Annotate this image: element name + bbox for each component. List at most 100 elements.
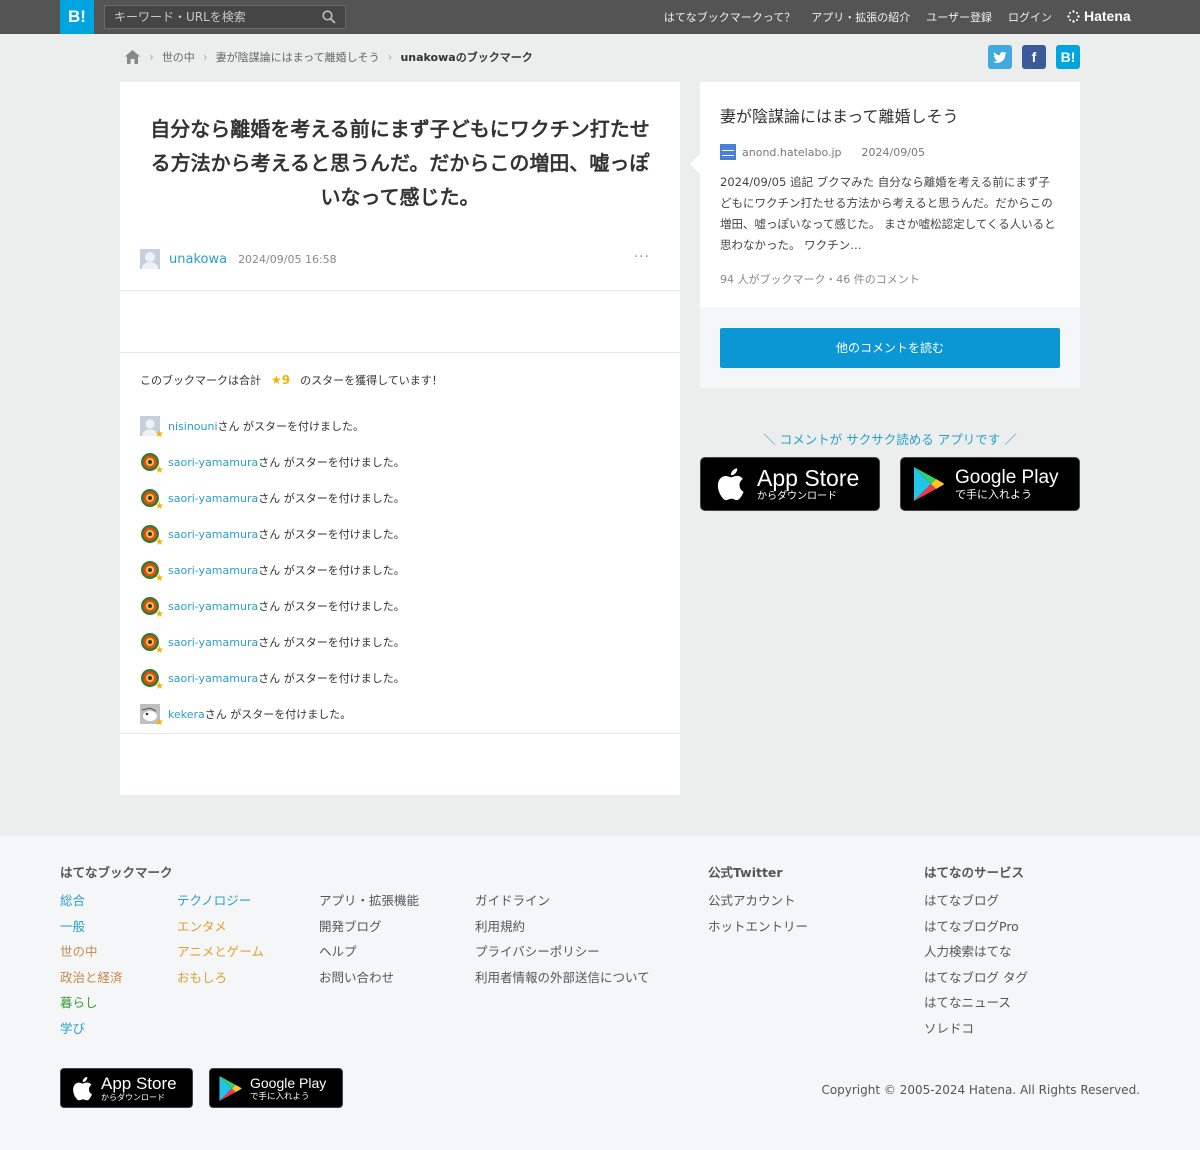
footer-link[interactable]: 人力検索はてな <box>924 939 1028 965</box>
footer-link[interactable]: 開発ブログ <box>319 914 419 940</box>
nav-register-link[interactable]: ユーザー登録 <box>926 9 992 25</box>
footer-link[interactable]: 世の中 <box>60 939 123 965</box>
footer-link[interactable]: はてなブログPro <box>924 914 1028 940</box>
search-icon[interactable] <box>322 10 336 24</box>
star-giver-name-link[interactable]: saori-yamamura <box>168 600 258 613</box>
footer-link[interactable]: エンタメ <box>177 914 264 940</box>
apple-icon <box>717 468 744 501</box>
star-icon: ★ <box>155 609 164 620</box>
chevron-right-icon: › <box>202 50 208 64</box>
home-icon[interactable] <box>124 49 141 65</box>
footer-google-play-subtitle: で手に入れよう <box>250 1090 310 1101</box>
footer-services-heading: はてなのサービス <box>924 865 1025 880</box>
footer-link[interactable]: ヘルプ <box>319 939 419 965</box>
footer-link[interactable]: 暮らし <box>60 990 123 1016</box>
google-play-badge[interactable]: Google Play で手に入れよう <box>900 457 1080 511</box>
footer-link[interactable]: ソレドコ <box>924 1016 1028 1042</box>
search-box <box>104 5 346 29</box>
hatena-bookmark-share-button[interactable]: B! <box>1056 45 1080 69</box>
star-giver-name-link[interactable]: saori-yamamura <box>168 636 258 649</box>
entry-domain-link[interactable]: anond.hatelabo.jp <box>742 146 842 159</box>
user-avatar[interactable]: ★ <box>140 524 164 548</box>
author-name-link[interactable]: unakowa <box>169 252 227 267</box>
hatena-brand-text: Hatena <box>1084 8 1131 24</box>
star-giver-row: ★ saori-yamamura さん がスターを付けました。 <box>140 588 640 624</box>
footer-link[interactable]: ホットエントリー <box>708 914 808 940</box>
footer-google-play-title: Google Play <box>250 1074 327 1091</box>
nav-login-link[interactable]: ログイン <box>1008 9 1052 25</box>
star-giver-name-link[interactable]: saori-yamamura <box>168 564 258 577</box>
footer-link[interactable]: プライバシーポリシー <box>475 939 650 965</box>
user-avatar[interactable]: ★ <box>140 560 164 584</box>
hatena-bookmark-logo[interactable]: B! <box>60 0 94 34</box>
app-promo-text: ＼ コメントが サクサク読める アプリです ／ <box>763 432 1017 447</box>
user-avatar[interactable]: ★ <box>140 488 164 512</box>
footer-link[interactable]: 学び <box>60 1016 123 1042</box>
star-giver-name-link[interactable]: kekera <box>168 708 205 721</box>
footer-twitter-heading: 公式Twitter <box>708 865 783 880</box>
footer-link[interactable]: お問い合わせ <box>319 965 419 991</box>
app-store-badge[interactable]: App Store からダウンロード <box>700 457 880 511</box>
avatar[interactable] <box>140 249 160 269</box>
star-icon: ★ <box>155 465 164 476</box>
footer-link[interactable]: 総合 <box>60 888 123 914</box>
google-play-icon <box>219 1075 242 1101</box>
footer-google-play-badge[interactable]: Google Play で手に入れよう <box>209 1068 343 1108</box>
footer-link[interactable]: 公式アカウント <box>708 888 808 914</box>
google-play-title: Google Play <box>955 466 1059 488</box>
read-other-comments-button[interactable]: 他のコメントを読む <box>720 328 1060 368</box>
star-giver-name-link[interactable]: nisinouni <box>168 420 218 433</box>
more-options-icon[interactable]: ··· <box>634 249 650 265</box>
footer-link[interactable]: アプリ・拡張機能 <box>319 888 419 914</box>
breadcrumb-entry[interactable]: 妻が陰謀論にはまって離婚しそう <box>216 49 380 65</box>
footer-app-store-badge[interactable]: App Store からダウンロード <box>60 1068 193 1108</box>
nav-about-link[interactable]: はてなブックマークって？ <box>664 9 795 25</box>
user-avatar[interactable]: ★ <box>140 452 164 476</box>
footer-link[interactable]: はてなブログ タグ <box>924 965 1028 991</box>
star-action-text: さん がスターを付けました。 <box>258 456 405 469</box>
facebook-share-button[interactable]: f <box>1022 45 1046 69</box>
user-avatar[interactable]: ★ <box>140 668 164 692</box>
footer-link[interactable]: 政治と経済 <box>60 965 123 991</box>
user-avatar[interactable]: ★ <box>140 596 164 620</box>
footer-link[interactable]: はてなブログ <box>924 888 1028 914</box>
footer-links-col3: アプリ・拡張機能 開発ブログ ヘルプ お問い合わせ <box>319 888 419 990</box>
hatena-brand-link[interactable]: Hatena <box>1067 8 1131 24</box>
footer-link[interactable]: はてなニュース <box>924 990 1028 1016</box>
footer-link[interactable]: テクノロジー <box>177 888 264 914</box>
user-avatar[interactable]: ★ <box>140 416 164 440</box>
search-input[interactable] <box>105 6 315 28</box>
nav-apps-link[interactable]: アプリ・拡張の紹介 <box>811 9 910 25</box>
breadcrumb-category[interactable]: 世の中 <box>162 49 195 65</box>
star-giver-row: ★ saori-yamamura さん がスターを付けました。 <box>140 552 640 588</box>
bookmark-date[interactable]: 2024/09/05 16:58 <box>238 253 337 266</box>
footer-link[interactable]: 一般 <box>60 914 123 940</box>
divider <box>120 352 680 353</box>
star-giver-name-link[interactable]: saori-yamamura <box>168 492 258 505</box>
footer: はてなブックマーク 総合 一般 世の中 政治と経済 暮らし 学び テクノロジー エンタメ アニ… <box>0 836 1200 1150</box>
entry-meta: anond.hatelabo.jp 2024/09/05 <box>720 144 925 160</box>
footer-link[interactable]: ガイドライン <box>475 888 650 914</box>
star-giver-name-link[interactable]: saori-yamamura <box>168 672 258 685</box>
bookmark-comment-card: 自分なら離婚を考える前にまず子どもにワクチン打たせる方法から考えると思うんだ。だ… <box>120 82 680 795</box>
author-row: unakowa 2024/09/05 16:58 ··· <box>140 249 660 269</box>
star-giver-row: ★ saori-yamamura さん がスターを付けました。 <box>140 480 640 516</box>
footer-link[interactable]: アニメとゲーム <box>177 939 264 965</box>
footer-link[interactable]: 利用規約 <box>475 914 650 940</box>
star-giver-name-link[interactable]: saori-yamamura <box>168 456 258 469</box>
footer-categories-col1: 総合 一般 世の中 政治と経済 暮らし 学び <box>60 888 123 1041</box>
star-action-text: さん がスターを付けました。 <box>258 672 405 685</box>
user-avatar[interactable]: ★ <box>140 632 164 656</box>
entry-counts[interactable]: 94 人がブックマーク・46 件のコメント <box>720 271 920 287</box>
star-icon: ★ <box>155 537 164 548</box>
user-avatar[interactable]: ★ <box>140 704 164 728</box>
entry-title-link[interactable]: 妻が陰謀論にはまって離婚しそう <box>720 103 959 127</box>
twitter-share-button[interactable] <box>988 45 1012 69</box>
divider <box>120 733 680 734</box>
read-more-area: 他のコメントを読む <box>700 307 1080 388</box>
star-giver-name-link[interactable]: saori-yamamura <box>168 528 258 541</box>
star-giver-row: ★ saori-yamamura さん がスターを付けました。 <box>140 624 640 660</box>
footer-link[interactable]: 利用者情報の外部送信について <box>475 965 650 991</box>
star-action-text: さん がスターを付けました。 <box>217 420 365 433</box>
footer-link[interactable]: おもしろ <box>177 965 264 991</box>
